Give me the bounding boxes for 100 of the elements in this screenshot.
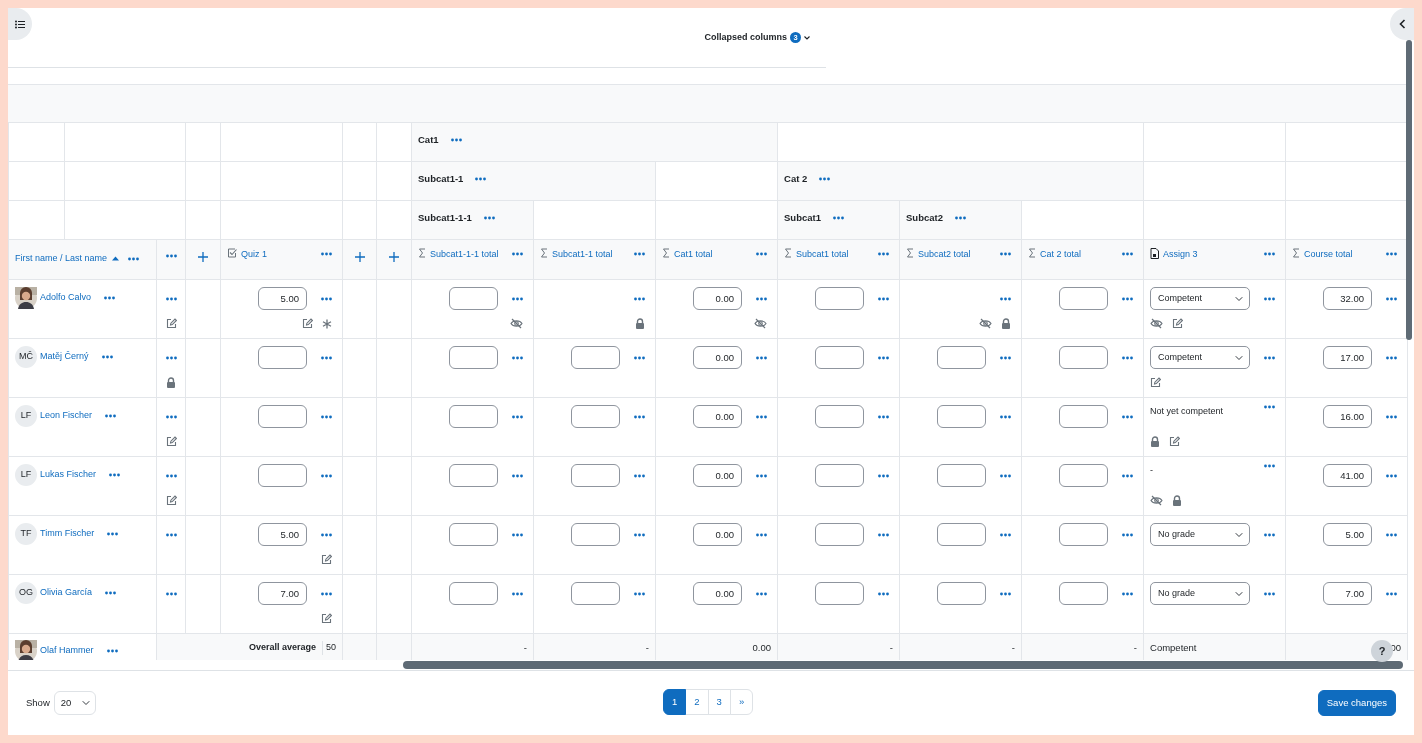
more-icon[interactable] [512, 473, 523, 478]
grade-input[interactable]: 41.00 [1323, 464, 1373, 487]
edit-icon[interactable] [321, 554, 332, 565]
more-icon[interactable] [101, 355, 113, 359]
more-icon[interactable] [756, 473, 767, 478]
more-icon[interactable] [1264, 252, 1276, 256]
grade-input[interactable] [937, 405, 986, 428]
grade-input[interactable] [1059, 405, 1109, 428]
grade-input[interactable] [1059, 523, 1109, 546]
student-name-link[interactable]: Olaf Hammer [40, 644, 94, 658]
grade-input[interactable] [815, 464, 864, 487]
more-icon[interactable] [1386, 473, 1398, 478]
more-icon[interactable] [1000, 296, 1011, 301]
page-link[interactable]: 2 [685, 689, 709, 716]
more-icon[interactable] [165, 355, 177, 360]
per-page-select[interactable]: 20 [53, 691, 96, 715]
drawer-toggle[interactable] [1390, 8, 1414, 40]
more-icon[interactable] [1264, 355, 1276, 360]
column-link[interactable]: Quiz 1 [241, 248, 267, 262]
student-name-link[interactable]: Matěj Černý [40, 350, 89, 364]
grade-input[interactable]: 0.00 [693, 464, 742, 487]
more-icon[interactable] [1386, 296, 1398, 301]
more-icon[interactable] [105, 414, 117, 418]
grade-input[interactable]: 5.00 [258, 287, 307, 310]
grade-select[interactable]: Competent [1150, 287, 1251, 310]
more-icon[interactable] [165, 296, 177, 301]
student-name-link[interactable]: Leon Fischer [40, 409, 93, 423]
grade-input[interactable]: 0.00 [693, 523, 742, 546]
more-icon[interactable] [165, 414, 177, 419]
plus-icon[interactable] [389, 252, 399, 262]
grade-input[interactable] [1059, 464, 1109, 487]
more-icon[interactable] [1386, 355, 1398, 360]
more-icon[interactable] [1000, 414, 1011, 419]
grade-input[interactable] [1059, 346, 1109, 369]
grade-input[interactable]: 16.00 [1323, 405, 1373, 428]
more-icon[interactable] [756, 532, 767, 537]
more-icon[interactable] [450, 138, 462, 143]
grade-select[interactable]: No grade [1150, 582, 1251, 605]
more-icon[interactable] [1122, 252, 1134, 256]
more-icon[interactable] [165, 591, 177, 596]
page-link[interactable]: 1 [663, 689, 687, 716]
more-icon[interactable] [1386, 414, 1398, 419]
more-icon[interactable] [1122, 355, 1134, 360]
grade-input[interactable] [937, 582, 986, 605]
grade-input[interactable]: 0.00 [693, 582, 742, 605]
more-icon[interactable] [512, 414, 523, 419]
more-icon[interactable] [321, 532, 332, 537]
grade-input[interactable]: 7.00 [258, 582, 307, 605]
more-icon[interactable] [1122, 591, 1134, 596]
more-icon[interactable] [107, 532, 119, 536]
student-name-link[interactable]: Adolfo Calvo [40, 291, 92, 305]
more-icon[interactable] [1386, 252, 1398, 256]
more-icon[interactable] [1000, 252, 1011, 256]
grade-input[interactable] [571, 523, 620, 546]
more-icon[interactable] [104, 296, 116, 300]
grade-input[interactable] [815, 287, 864, 310]
more-icon[interactable] [1264, 296, 1276, 301]
more-icon[interactable] [128, 256, 140, 261]
plus-icon[interactable] [198, 252, 208, 262]
edit-icon[interactable] [321, 613, 332, 624]
student-name-link[interactable]: Olivia García [40, 586, 92, 600]
more-icon[interactable] [634, 296, 645, 301]
grade-input[interactable]: 5.00 [1323, 523, 1373, 546]
edit-icon[interactable] [1150, 377, 1162, 388]
student-name-link[interactable]: Timm Fischer [40, 527, 95, 541]
grade-input[interactable] [449, 464, 498, 487]
more-icon[interactable] [1122, 532, 1134, 537]
grade-input[interactable]: 5.00 [258, 523, 307, 546]
page-link[interactable]: 3 [707, 689, 731, 716]
more-icon[interactable] [165, 473, 177, 478]
grade-input[interactable] [937, 464, 986, 487]
more-icon[interactable] [878, 355, 889, 360]
more-icon[interactable] [756, 414, 767, 419]
save-button[interactable]: Save changes [1317, 689, 1396, 717]
more-icon[interactable] [109, 473, 121, 477]
grade-input[interactable] [815, 346, 864, 369]
more-icon[interactable] [321, 591, 332, 596]
grade-input[interactable]: 7.00 [1323, 582, 1373, 605]
more-icon[interactable] [512, 252, 523, 256]
more-icon[interactable] [833, 216, 844, 221]
grade-input[interactable] [449, 346, 498, 369]
grade-input[interactable]: 0.00 [693, 287, 742, 310]
plus-icon[interactable] [354, 252, 365, 262]
more-icon[interactable] [1386, 532, 1398, 537]
more-icon[interactable] [512, 355, 523, 360]
edit-icon[interactable] [165, 495, 177, 506]
grade-input[interactable] [815, 582, 864, 605]
more-icon[interactable] [756, 355, 767, 360]
column-link[interactable]: Subcat1 total [796, 248, 849, 262]
column-link[interactable]: Cat1 total [674, 248, 713, 262]
edit-icon[interactable] [1172, 318, 1184, 329]
more-icon[interactable] [878, 591, 889, 596]
more-icon[interactable] [1000, 591, 1011, 596]
grade-input[interactable] [258, 405, 307, 428]
column-link[interactable]: Subcat2 total [918, 248, 971, 262]
more-icon[interactable] [756, 252, 767, 256]
grade-input[interactable]: 32.00 [1323, 287, 1373, 310]
grade-input[interactable] [258, 346, 307, 369]
more-icon[interactable] [165, 532, 177, 537]
more-icon[interactable] [321, 252, 332, 256]
